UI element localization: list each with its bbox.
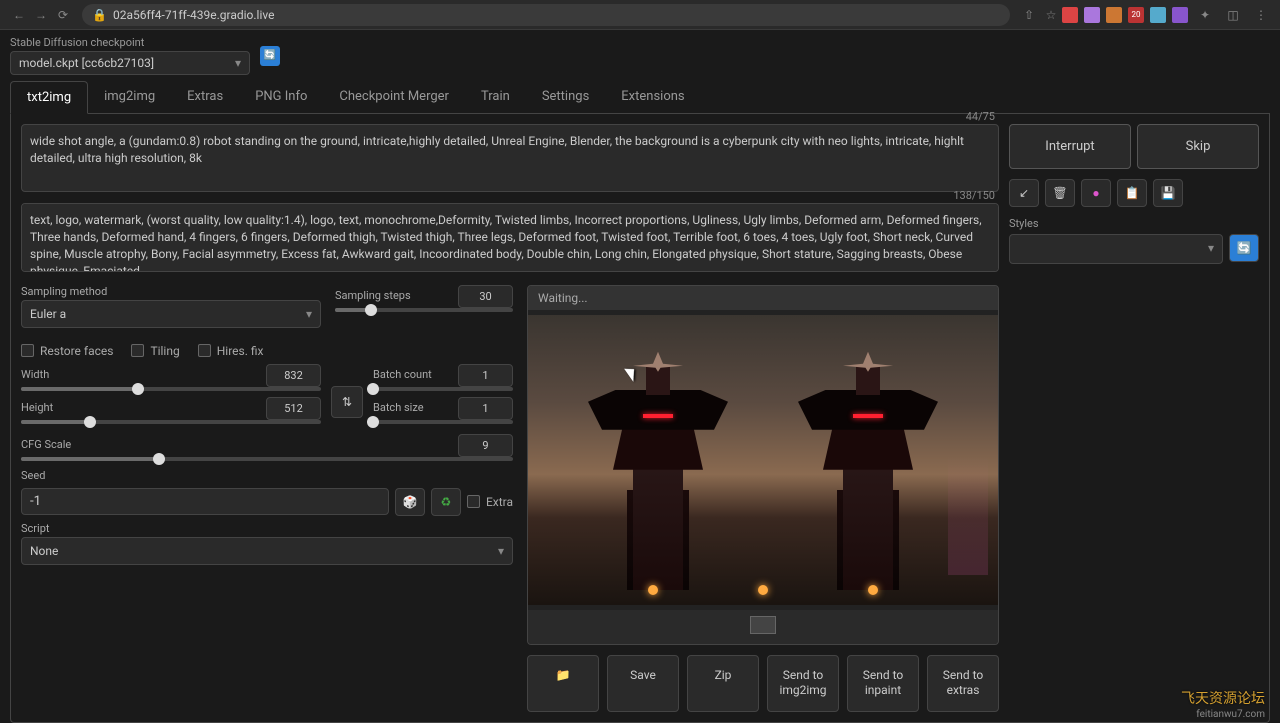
tab-pnginfo[interactable]: PNG Info (239, 81, 323, 113)
batch-count-label: Batch count (373, 368, 432, 381)
swap-dimensions-button[interactable]: ⇅ (331, 386, 363, 418)
seed-input[interactable] (21, 488, 389, 515)
open-folder-button[interactable]: 📁 (527, 655, 599, 712)
skip-button[interactable]: Skip (1137, 124, 1259, 169)
zip-button[interactable]: Zip (687, 655, 759, 712)
restore-faces-checkbox[interactable]: Restore faces (21, 344, 113, 358)
prompt-counter: 44/75 (966, 110, 995, 123)
seed-label: Seed (21, 469, 513, 482)
send-to-extras-button[interactable]: Send to extras (927, 655, 999, 712)
seed-extra-checkbox[interactable]: Extra (467, 495, 513, 509)
height-value[interactable] (266, 397, 321, 420)
extensions-icon[interactable]: ✦ (1194, 4, 1216, 26)
sampling-steps-value[interactable] (458, 285, 513, 308)
width-label: Width (21, 368, 49, 381)
watermark-url: feitianwu7.com (1196, 709, 1265, 720)
menu-icon[interactable]: ⋮ (1250, 4, 1272, 26)
tab-txt2img[interactable]: txt2img (10, 81, 88, 114)
height-label: Height (21, 401, 53, 414)
tab-train[interactable]: Train (465, 81, 526, 113)
send-to-img2img-button[interactable]: Send to img2img (767, 655, 839, 712)
cfg-scale-label: CFG Scale (21, 438, 71, 451)
negative-prompt-counter: 138/150 (953, 189, 995, 202)
send-to-inpaint-button[interactable]: Send to inpaint (847, 655, 919, 712)
thumbnail[interactable] (750, 616, 776, 634)
random-seed-button[interactable]: 🎲 (395, 488, 425, 516)
sampling-steps-slider[interactable] (335, 308, 513, 312)
extension-icons: 20 ✦ ◫ ⋮ (1062, 4, 1272, 26)
ext-icon[interactable] (1150, 7, 1166, 23)
tiling-checkbox[interactable]: Tiling (131, 344, 179, 358)
sampling-method-select[interactable]: Euler a (21, 300, 321, 328)
sampling-method-label: Sampling method (21, 285, 321, 298)
refresh-styles-button[interactable]: 🔄 (1229, 234, 1259, 262)
ext-icon[interactable] (1062, 7, 1078, 23)
save-button[interactable]: Save (607, 655, 679, 712)
sampling-steps-label: Sampling steps (335, 289, 411, 302)
batch-size-label: Batch size (373, 401, 424, 414)
arrow-icon[interactable]: ↙ (1009, 179, 1039, 207)
tab-extras[interactable]: Extras (171, 81, 239, 113)
trash-icon[interactable]: 🗑 (1045, 179, 1075, 207)
tab-settings[interactable]: Settings (526, 81, 605, 113)
interrupt-button[interactable]: Interrupt (1009, 124, 1131, 169)
save-style-icon[interactable]: 💾 (1153, 179, 1183, 207)
height-slider[interactable] (21, 420, 321, 424)
tab-checkpoint-merger[interactable]: Checkpoint Merger (323, 81, 465, 113)
preview-status: Waiting... (538, 291, 588, 305)
style-apply-icon[interactable]: ● (1081, 179, 1111, 207)
clipboard-icon[interactable]: 📋 (1117, 179, 1147, 207)
forward-button[interactable]: → (30, 4, 52, 26)
preview-image: ✕ (528, 310, 998, 610)
url-text: 02a56ff4-71ff-439e.gradio.live (113, 8, 275, 22)
sidepanel-icon[interactable]: ◫ (1222, 4, 1244, 26)
hires-fix-checkbox[interactable]: Hires. fix (198, 344, 264, 358)
styles-label: Styles (1009, 217, 1259, 230)
refresh-checkpoint-button[interactable]: 🔄 (260, 46, 280, 66)
ext-icon[interactable] (1084, 7, 1100, 23)
preview-panel: Waiting... ✕ (527, 285, 999, 645)
cfg-scale-value[interactable] (458, 434, 513, 457)
checkpoint-label: Stable Diffusion checkpoint (10, 36, 250, 49)
ext-icon[interactable] (1106, 7, 1122, 23)
watermark-text: 飞天资源论坛 (1181, 688, 1265, 708)
browser-toolbar: ← → ⟳ 🔒 02a56ff4-71ff-439e.gradio.live ⇧… (0, 0, 1280, 30)
batch-size-value[interactable] (458, 397, 513, 420)
width-value[interactable] (266, 364, 321, 387)
ext-icon[interactable] (1172, 7, 1188, 23)
url-bar[interactable]: 🔒 02a56ff4-71ff-439e.gradio.live (82, 4, 1010, 26)
batch-count-slider[interactable] (373, 387, 513, 391)
thumbnail-strip (528, 610, 998, 644)
prompt-input[interactable] (21, 124, 999, 192)
negative-prompt-input[interactable] (21, 203, 999, 271)
main-tabs: txt2img img2img Extras PNG Info Checkpoi… (10, 81, 1270, 114)
cfg-scale-slider[interactable] (21, 457, 513, 461)
reload-button[interactable]: ⟳ (52, 4, 74, 26)
batch-size-slider[interactable] (373, 420, 513, 424)
back-button[interactable]: ← (8, 4, 30, 26)
share-icon[interactable]: ⇧ (1018, 4, 1040, 26)
script-label: Script (21, 522, 513, 535)
lock-icon: 🔒 (92, 8, 107, 22)
tab-extensions[interactable]: Extensions (605, 81, 700, 113)
script-select[interactable]: None (21, 537, 513, 565)
ext-icon-badge[interactable]: 20 (1128, 7, 1144, 23)
batch-count-value[interactable] (458, 364, 513, 387)
tab-img2img[interactable]: img2img (88, 81, 171, 113)
bookmark-icon[interactable]: ☆ (1040, 4, 1062, 26)
styles-select[interactable] (1009, 234, 1223, 264)
width-slider[interactable] (21, 387, 321, 391)
checkpoint-select[interactable]: model.ckpt [cc6cb27103] (10, 51, 250, 75)
reuse-seed-button[interactable]: ♻ (431, 488, 461, 516)
